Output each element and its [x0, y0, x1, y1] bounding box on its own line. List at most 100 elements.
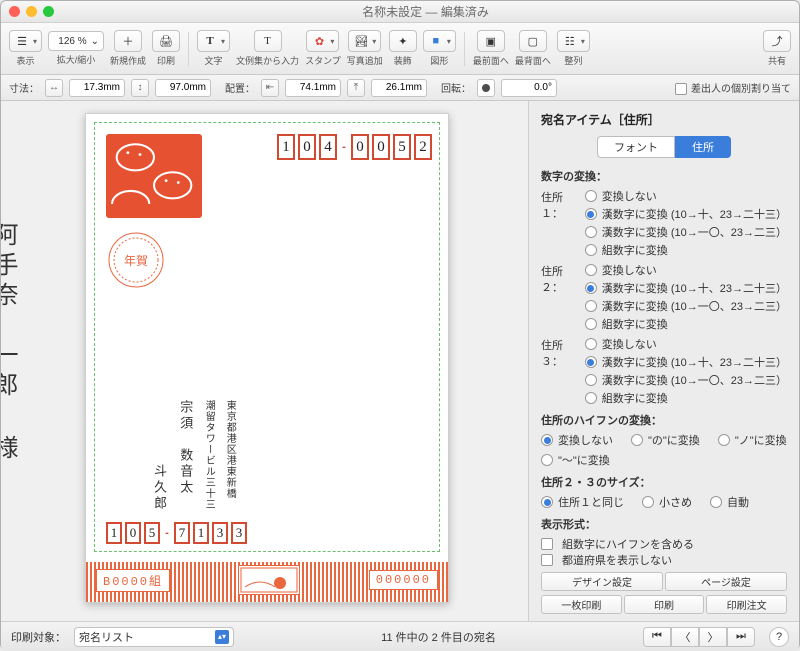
hyphen-option[interactable]: 変換しない	[541, 432, 613, 448]
height-field[interactable]	[155, 79, 211, 97]
numconv-option[interactable]: 漢数字に変換 (10→一〇、23→二三）	[585, 298, 787, 314]
sender-zip[interactable]: 105-7133	[106, 522, 247, 544]
print-target-select[interactable]: 宛名リスト ▴▾	[74, 627, 234, 647]
shape-label: 図形	[430, 54, 448, 67]
nav-next-button[interactable]: 〉	[699, 627, 727, 647]
rotation-dial[interactable]	[477, 79, 495, 97]
text-button[interactable]: T▾	[197, 30, 230, 52]
height-icon: ↕	[131, 79, 149, 97]
nav-first-button[interactable]: ⏮	[643, 627, 671, 647]
sender-name-1[interactable]: 宗須 数音太	[174, 400, 196, 512]
recipient-zip[interactable]: 104-0052	[277, 134, 432, 160]
zip-digit[interactable]: 0	[298, 134, 316, 160]
stamp-button[interactable]: ✿▾	[306, 30, 339, 52]
postcard-canvas[interactable]: 年賀 104-0052 105-7133 クラフトワーカーマンション七〇二三号 …	[85, 113, 449, 603]
size-option[interactable]: 自動	[710, 494, 749, 510]
zip-digit[interactable]: 2	[414, 134, 432, 160]
radio-icon	[585, 356, 597, 368]
section-number-conversion: 数字の変換：	[541, 168, 787, 184]
zip-digit[interactable]: 3	[231, 522, 247, 544]
hyphen-option[interactable]: "ノ"に変換	[718, 432, 787, 448]
zip-digit[interactable]: 0	[351, 134, 369, 160]
hyphen-option[interactable]: "〜"に変換	[541, 452, 610, 468]
recipient-name-1[interactable]: 阿手奈 一郎 様	[1, 222, 21, 495]
tab-address[interactable]: 住所	[675, 136, 731, 158]
send-back-button[interactable]: ▢	[519, 30, 547, 52]
width-field[interactable]	[69, 79, 125, 97]
nav-prev-button[interactable]: 〈	[671, 627, 699, 647]
size-option[interactable]: 住所１と同じ	[541, 494, 624, 510]
print-button[interactable]: 🖨	[152, 30, 180, 52]
zoom-value: 126 %	[58, 36, 86, 47]
zip-digit[interactable]: 1	[193, 522, 209, 544]
panel-button[interactable]: ページ設定	[665, 572, 787, 591]
bring-front-button[interactable]: ▣	[477, 30, 505, 52]
display-option[interactable]: 都道府県を表示しない	[541, 552, 787, 568]
zoom-field[interactable]: 126 %⌄	[48, 31, 104, 51]
numconv-option[interactable]: 漢数字に変換 (10→一〇、23→二三）	[585, 372, 787, 388]
panel-tabs: フォント 住所	[541, 136, 787, 158]
panel-button[interactable]: 一枚印刷	[541, 595, 622, 614]
numconv-option[interactable]: 変換しない	[585, 188, 787, 204]
sender-name-2[interactable]: 斗久郎	[148, 400, 170, 512]
text-icon: T	[202, 33, 218, 49]
text-input-button[interactable]: T	[254, 30, 282, 52]
nav-last-button[interactable]: ⏭	[727, 627, 755, 647]
checkbox-icon	[541, 538, 553, 550]
addr-group-label: 住所２：	[541, 262, 585, 295]
minimize-window-button[interactable]	[26, 6, 37, 17]
rotation-field[interactable]	[501, 79, 557, 97]
numconv-option[interactable]: 漢数字に変換 (10→十、23→二十三）	[585, 354, 787, 370]
view-button[interactable]: ☰▾	[9, 30, 42, 52]
text-label: 文字	[205, 54, 223, 67]
zip-digit[interactable]: 0	[125, 522, 141, 544]
sender-addr-2[interactable]: 潮留タワービル三十三	[200, 400, 217, 512]
zoom-window-button[interactable]	[43, 6, 54, 17]
individual-sender-checkbox[interactable]: 差出人の個別割り当て	[675, 80, 791, 95]
zip-digit[interactable]: 7	[174, 522, 190, 544]
zip-digit[interactable]: 5	[393, 134, 411, 160]
panel-button[interactable]: 印刷注文	[706, 595, 787, 614]
photo-button[interactable]: 🏞▾	[348, 30, 381, 52]
numconv-option[interactable]: 漢数字に変換 (10→一〇、23→二三）	[585, 224, 787, 240]
numconv-option[interactable]: 漢数字に変換 (10→十、23→二十三）	[585, 280, 787, 296]
panel-button[interactable]: デザイン設定	[541, 572, 663, 591]
numconv-option[interactable]: 変換しない	[585, 262, 787, 278]
tab-font[interactable]: フォント	[597, 136, 675, 158]
display-option[interactable]: 組数字にハイフンを含める	[541, 536, 787, 552]
help-button[interactable]: ?	[769, 627, 789, 647]
size-option[interactable]: 小さめ	[642, 494, 692, 510]
zip-digit[interactable]: 5	[144, 522, 160, 544]
zip-digit[interactable]: 0	[372, 134, 390, 160]
shape-button[interactable]: ■▾	[423, 30, 456, 52]
numconv-option[interactable]: 変換しない	[585, 336, 787, 352]
zip-digit[interactable]: 1	[106, 522, 122, 544]
select-arrow-icon: ▴▾	[215, 630, 229, 644]
hyphen-option[interactable]: "の"に変換	[631, 432, 700, 448]
zip-digit[interactable]: 3	[212, 522, 228, 544]
canvas-area[interactable]: 年賀 104-0052 105-7133 クラフトワーカーマンション七〇二三号 …	[1, 101, 529, 621]
deco-button[interactable]: ✦	[389, 30, 417, 52]
numconv-option[interactable]: 組数字に変換	[585, 390, 787, 406]
radio-icon	[718, 434, 730, 446]
radio-icon	[585, 208, 597, 220]
radio-icon	[642, 496, 654, 508]
photo-icon: 🏞	[353, 33, 369, 49]
panel-button[interactable]: 印刷	[624, 595, 705, 614]
radio-icon	[585, 374, 597, 386]
sender-block[interactable]: 斗久郎 宗須 数音太 潮留タワービル三十三 東京都港区港東新橋	[148, 400, 529, 512]
pos-label: 配置：	[225, 80, 255, 95]
arrange-button[interactable]: ☷▾	[557, 30, 590, 52]
share-button[interactable]: ⤴	[763, 30, 791, 52]
close-window-button[interactable]	[9, 6, 20, 17]
pos-x-field[interactable]	[285, 79, 341, 97]
zip-digit[interactable]: 1	[277, 134, 295, 160]
pos-y-field[interactable]	[371, 79, 427, 97]
zip-digit[interactable]: 4	[319, 134, 337, 160]
sender-addr-1[interactable]: 東京都港区港東新橋	[221, 400, 238, 512]
numconv-option[interactable]: 組数字に変換	[585, 242, 787, 258]
inspector-panel: 宛名アイテム［住所］ フォント 住所 数字の変換： 住所１：変換しない漢数字に変…	[529, 101, 799, 621]
numconv-option[interactable]: 漢数字に変換 (10→十、23→二十三）	[585, 206, 787, 222]
numconv-option[interactable]: 組数字に変換	[585, 316, 787, 332]
new-button[interactable]: ＋	[114, 30, 142, 52]
